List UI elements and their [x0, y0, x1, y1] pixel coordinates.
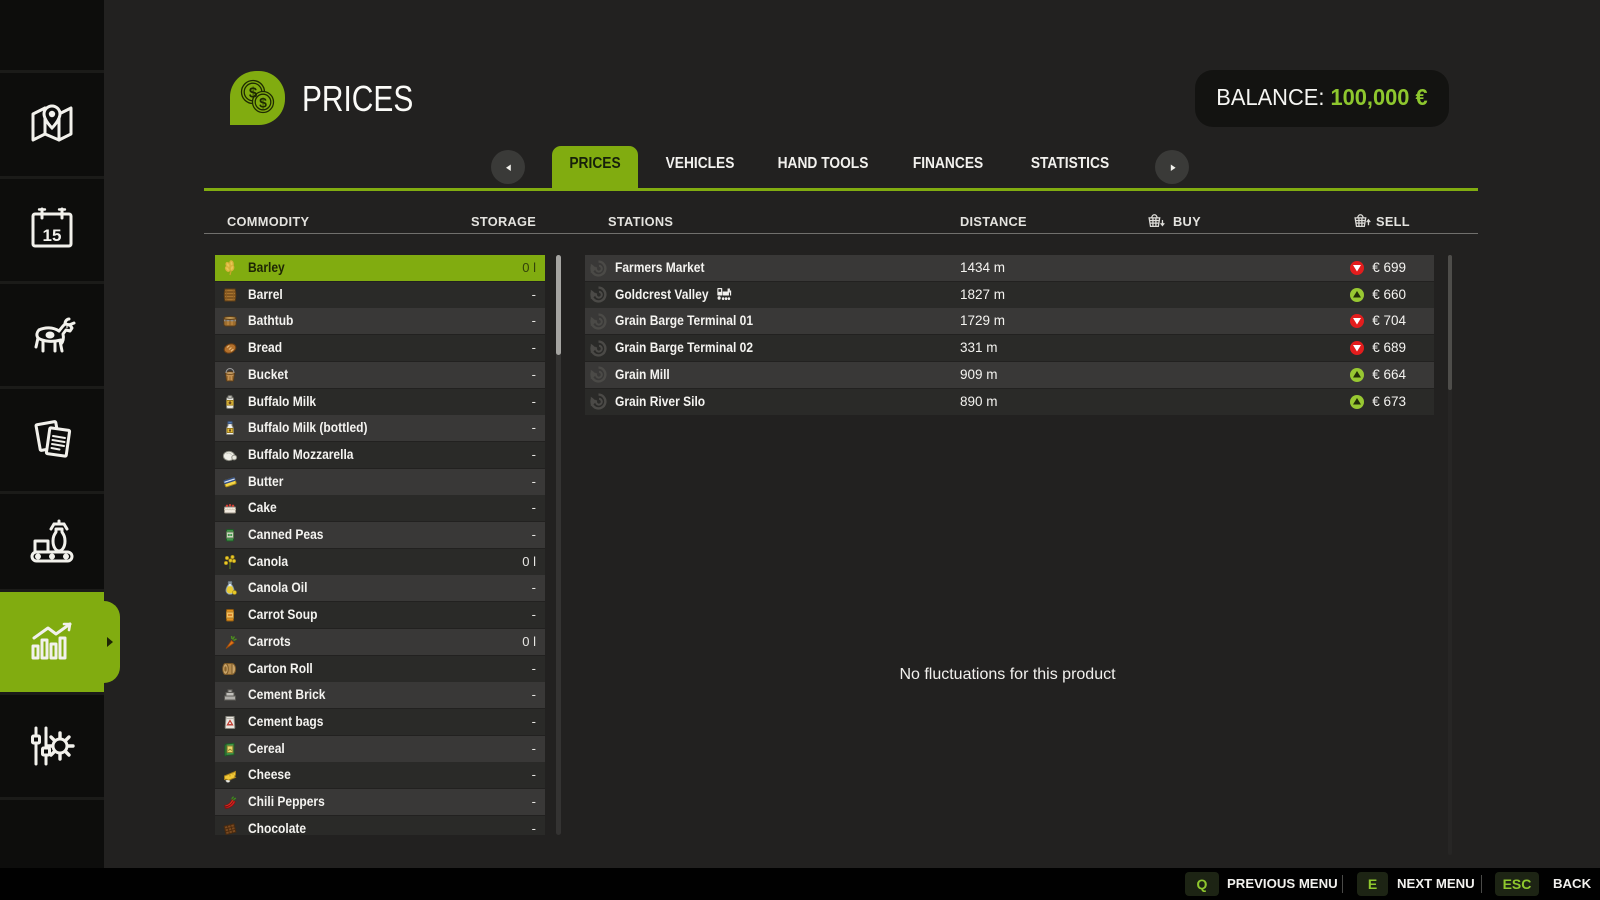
svg-text:$: $: [249, 85, 258, 102]
svg-text:$: $: [259, 95, 267, 111]
svg-text:15: 15: [43, 226, 62, 245]
